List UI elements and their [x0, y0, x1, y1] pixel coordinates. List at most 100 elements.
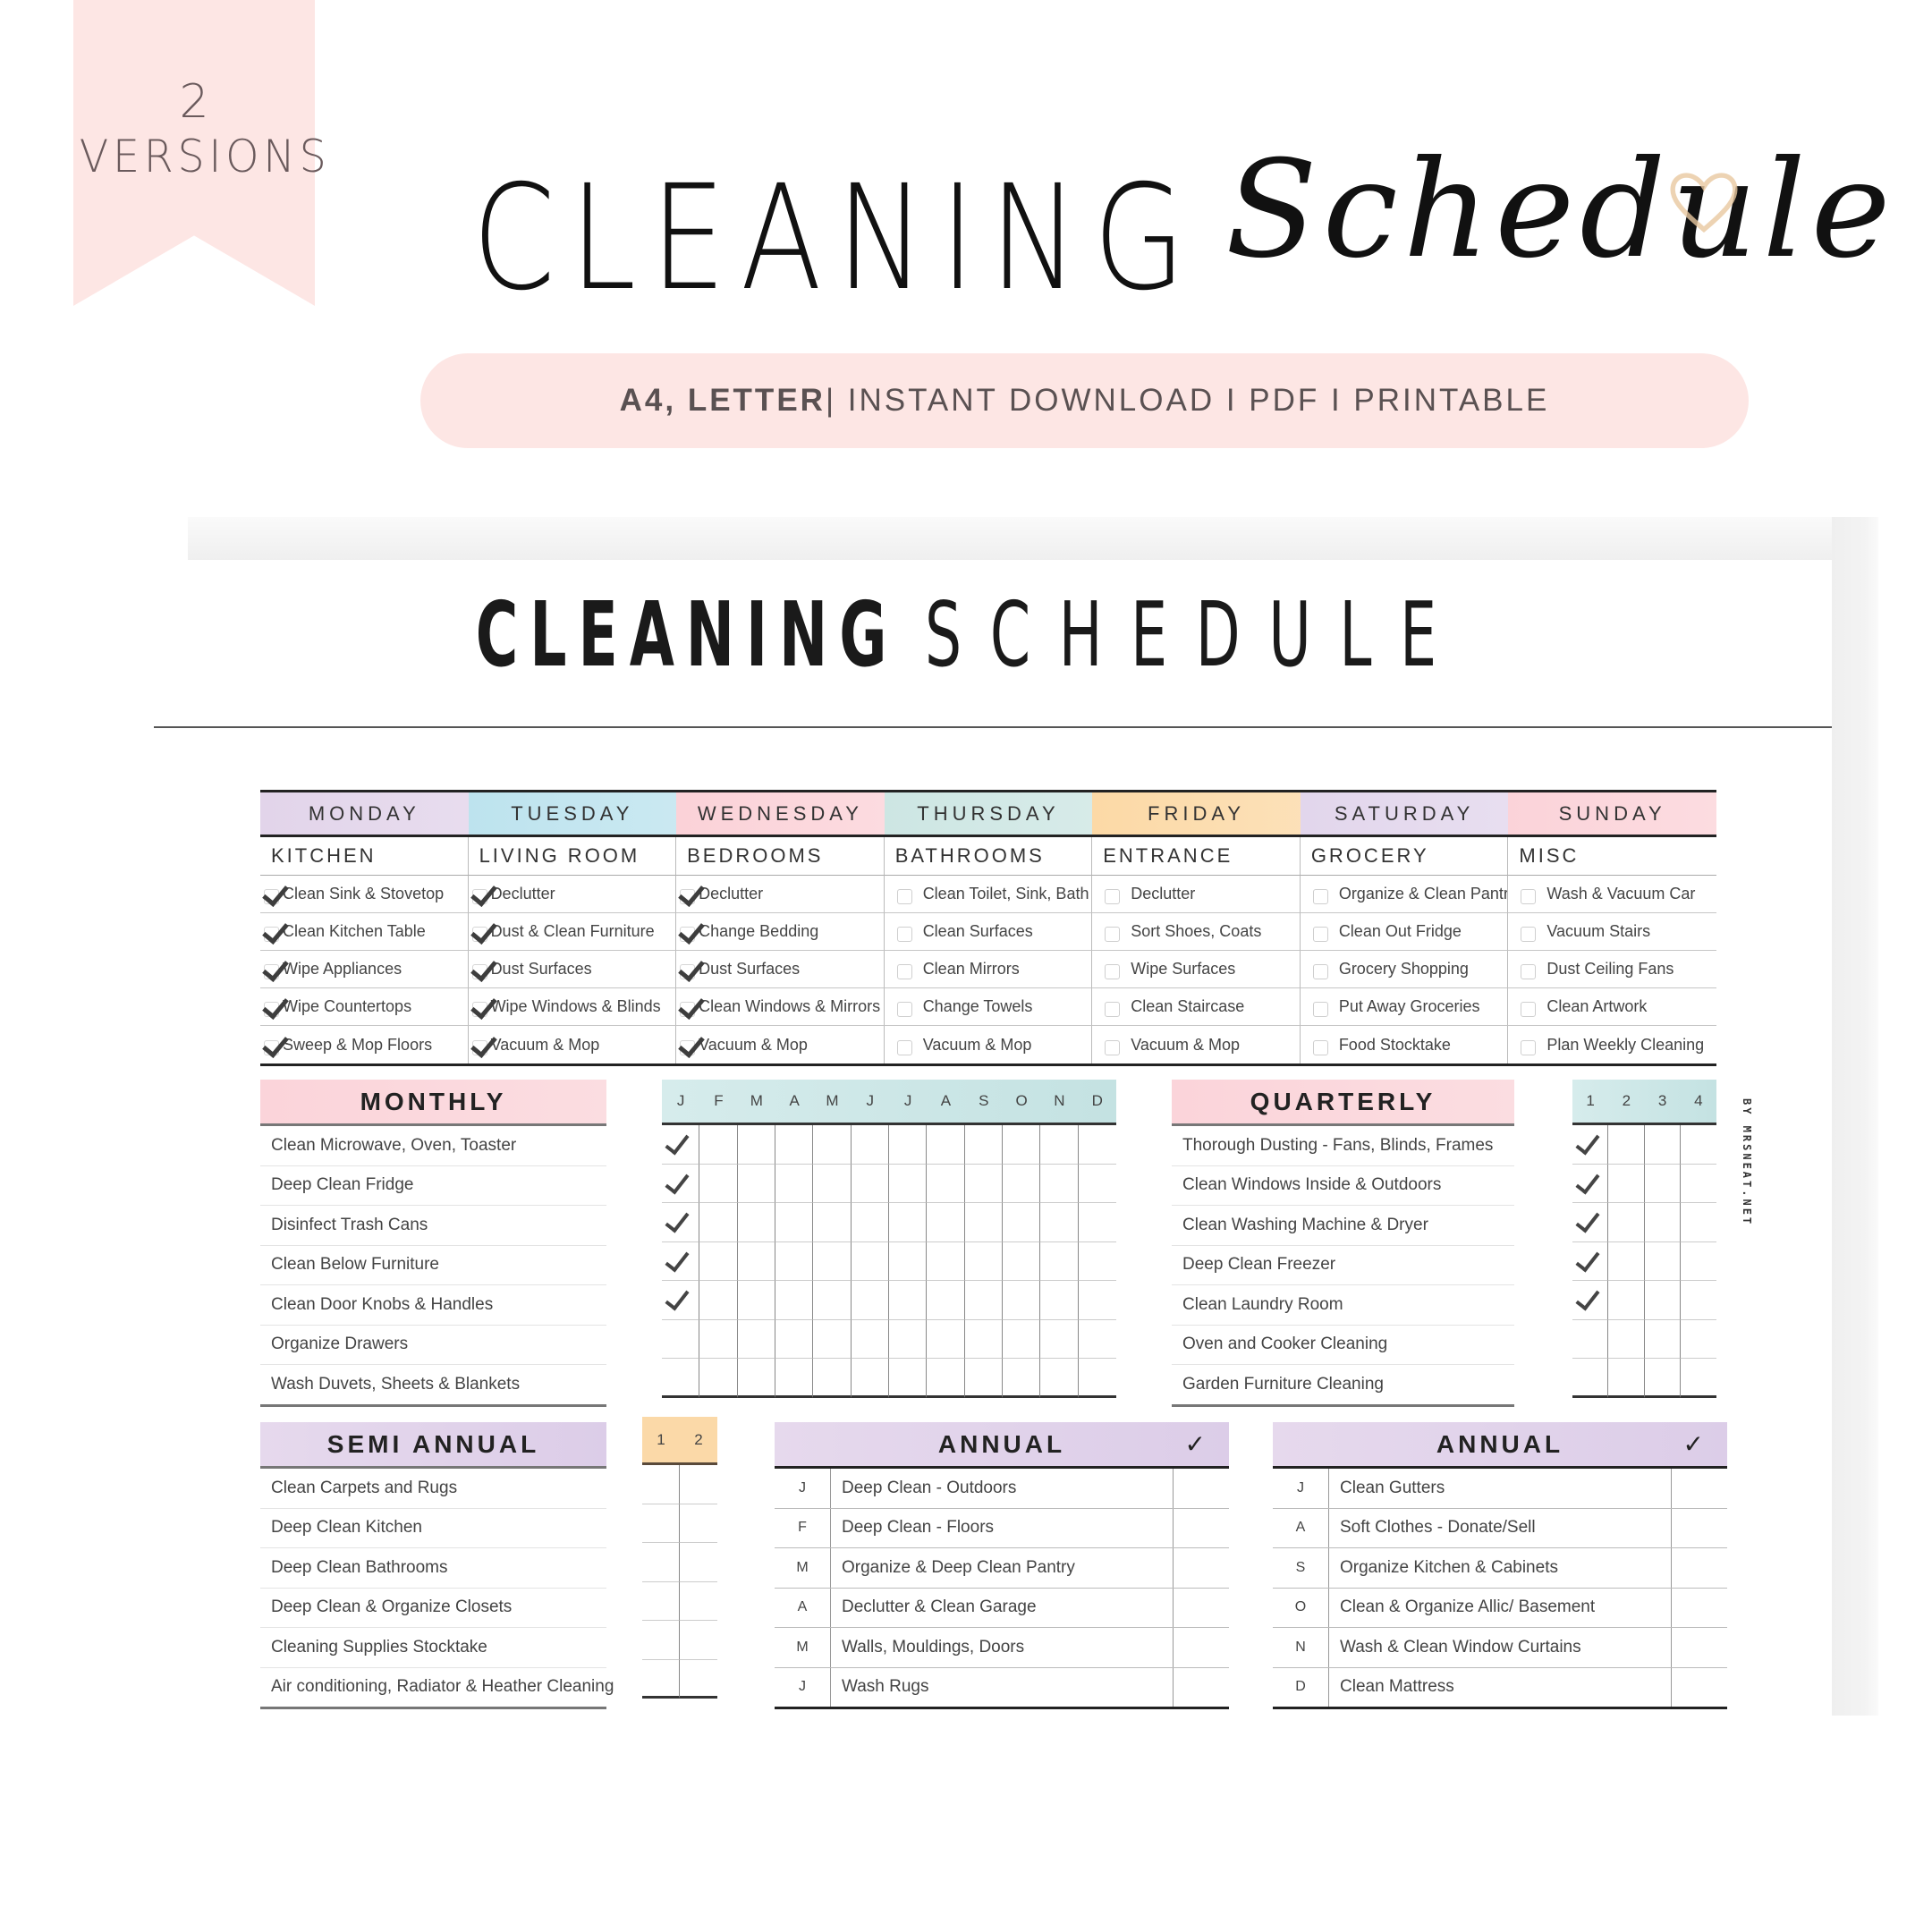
tracker-cell[interactable]: [699, 1319, 738, 1359]
tracker-cell[interactable]: [1572, 1125, 1609, 1165]
annual-check-cell[interactable]: [1672, 1589, 1727, 1628]
tracker-cell[interactable]: [851, 1164, 889, 1203]
tracker-cell[interactable]: [1040, 1319, 1079, 1359]
tracker-cell[interactable]: [1002, 1241, 1041, 1281]
tracker-cell[interactable]: [1002, 1164, 1041, 1203]
checked-checkbox[interactable]: [471, 889, 487, 904]
checkbox[interactable]: [1521, 1002, 1537, 1017]
checkbox[interactable]: [1312, 1002, 1328, 1017]
checkbox[interactable]: [1105, 1002, 1121, 1017]
tracker-cell[interactable]: [813, 1281, 852, 1320]
tracker-cell[interactable]: [888, 1164, 928, 1203]
tracker-cell[interactable]: [680, 1621, 717, 1660]
tracker-cell[interactable]: [642, 1504, 680, 1543]
tracker-cell[interactable]: [1078, 1281, 1116, 1320]
checkbox[interactable]: [1521, 964, 1537, 979]
tracker-cell[interactable]: [1040, 1241, 1079, 1281]
checked-checkbox[interactable]: [680, 889, 696, 904]
tracker-cell[interactable]: [1608, 1164, 1645, 1203]
tracker-cell[interactable]: [1644, 1125, 1681, 1165]
tracker-cell[interactable]: [737, 1359, 775, 1398]
tracker-cell[interactable]: [662, 1164, 700, 1203]
checked-checkbox[interactable]: [680, 927, 696, 942]
annual-check-cell[interactable]: [1672, 1509, 1727, 1548]
tracker-cell[interactable]: [1572, 1319, 1609, 1359]
checkbox[interactable]: [1105, 964, 1121, 979]
tracker-cell[interactable]: [662, 1319, 700, 1359]
tracker-cell[interactable]: [1078, 1125, 1116, 1165]
checkbox[interactable]: [896, 964, 912, 979]
checkbox[interactable]: [1521, 927, 1537, 942]
tracker-cell[interactable]: [680, 1504, 717, 1543]
tracker-cell[interactable]: [1002, 1319, 1041, 1359]
tracker-cell[interactable]: [775, 1281, 814, 1320]
tracker-cell[interactable]: [888, 1241, 928, 1281]
tracker-cell[interactable]: [775, 1125, 814, 1165]
tracker-cell[interactable]: [964, 1164, 1003, 1203]
tracker-cell[interactable]: [1572, 1164, 1609, 1203]
tracker-cell[interactable]: [1608, 1241, 1645, 1281]
tracker-cell[interactable]: [737, 1203, 775, 1242]
tracker-cell[interactable]: [662, 1203, 700, 1242]
checkbox[interactable]: [1105, 889, 1121, 904]
tracker-cell[interactable]: [699, 1164, 738, 1203]
tracker-cell[interactable]: [699, 1281, 738, 1320]
tracker-cell[interactable]: [680, 1582, 717, 1621]
tracker-cell[interactable]: [699, 1125, 738, 1165]
tracker-cell[interactable]: [775, 1203, 814, 1242]
tracker-cell[interactable]: [927, 1359, 965, 1398]
tracker-cell[interactable]: [1680, 1165, 1716, 1203]
annual-check-cell[interactable]: [1672, 1469, 1727, 1508]
annual-check-cell[interactable]: [1174, 1469, 1229, 1508]
annual-check-cell[interactable]: [1672, 1548, 1727, 1588]
checked-checkbox[interactable]: [471, 927, 487, 942]
tracker-cell[interactable]: [699, 1359, 738, 1398]
checkbox[interactable]: [896, 1002, 912, 1017]
tracker-cell[interactable]: [1608, 1359, 1645, 1398]
tracker-cell[interactable]: [680, 1543, 717, 1582]
tracker-cell[interactable]: [813, 1359, 852, 1398]
tracker-cell[interactable]: [1040, 1359, 1079, 1398]
tracker-cell[interactable]: [927, 1203, 965, 1242]
tracker-cell[interactable]: [927, 1164, 965, 1203]
tracker-cell[interactable]: [964, 1203, 1003, 1242]
annual-check-cell[interactable]: [1672, 1628, 1727, 1667]
tracker-cell[interactable]: [1608, 1203, 1645, 1242]
checkbox[interactable]: [1105, 1039, 1121, 1055]
tracker-cell[interactable]: [662, 1241, 700, 1281]
checkbox[interactable]: [1521, 889, 1537, 904]
annual-check-cell[interactable]: [1672, 1668, 1727, 1707]
tracker-cell[interactable]: [699, 1241, 738, 1281]
tracker-cell[interactable]: [1002, 1359, 1041, 1398]
tracker-cell[interactable]: [1078, 1320, 1116, 1359]
tracker-cell[interactable]: [927, 1241, 965, 1281]
checked-checkbox[interactable]: [471, 1039, 487, 1055]
tracker-cell[interactable]: [888, 1281, 928, 1320]
tracker-cell[interactable]: [1572, 1281, 1609, 1320]
tracker-cell[interactable]: [851, 1203, 889, 1242]
tracker-cell[interactable]: [851, 1241, 889, 1281]
tracker-cell[interactable]: [642, 1581, 680, 1621]
tracker-cell[interactable]: [927, 1281, 965, 1320]
tracker-cell[interactable]: [888, 1359, 928, 1398]
tracker-cell[interactable]: [888, 1319, 928, 1359]
tracker-cell[interactable]: [1040, 1164, 1079, 1203]
tracker-cell[interactable]: [813, 1164, 852, 1203]
tracker-cell[interactable]: [642, 1465, 680, 1504]
checkbox[interactable]: [896, 927, 912, 942]
tracker-cell[interactable]: [851, 1319, 889, 1359]
tracker-cell[interactable]: [737, 1241, 775, 1281]
tracker-cell[interactable]: [851, 1281, 889, 1320]
checked-checkbox[interactable]: [680, 1002, 696, 1017]
tracker-cell[interactable]: [1644, 1164, 1681, 1203]
tracker-cell[interactable]: [964, 1241, 1003, 1281]
tracker-cell[interactable]: [1002, 1125, 1041, 1165]
tracker-cell[interactable]: [1644, 1359, 1681, 1398]
tracker-cell[interactable]: [1644, 1319, 1681, 1359]
tracker-cell[interactable]: [888, 1125, 928, 1165]
checkbox[interactable]: [1312, 964, 1328, 979]
checkbox[interactable]: [1312, 1039, 1328, 1055]
tracker-cell[interactable]: [1078, 1359, 1116, 1398]
tracker-cell[interactable]: [680, 1465, 717, 1504]
tracker-cell[interactable]: [1078, 1203, 1116, 1242]
